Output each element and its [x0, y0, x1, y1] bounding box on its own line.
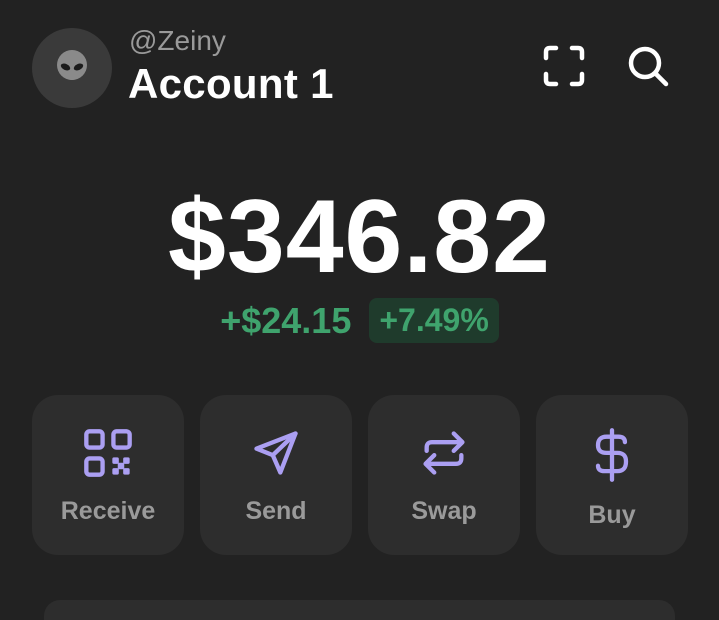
buy-label: Buy — [588, 501, 636, 529]
next-card-edge — [44, 600, 675, 620]
search-button[interactable] — [624, 42, 672, 90]
swap-label: Swap — [411, 497, 477, 525]
search-icon — [628, 46, 669, 87]
receive-label: Receive — [60, 497, 156, 525]
dollar-icon — [595, 428, 629, 482]
swap-button[interactable]: Swap — [368, 395, 520, 555]
alien-icon — [57, 50, 87, 80]
scan-button[interactable] — [540, 42, 588, 90]
avatar[interactable] — [32, 28, 112, 108]
change-amount: +$24.15 — [220, 299, 352, 341]
buy-button[interactable]: Buy — [536, 395, 688, 555]
change-percent-badge: +7.49% — [369, 298, 499, 343]
swap-icon — [423, 431, 465, 475]
account-handle[interactable]: @Zeiny — [129, 25, 226, 57]
balance-change: +$24.15 +7.49% — [0, 298, 719, 343]
send-label: Send — [245, 497, 307, 525]
scan-icon — [543, 45, 585, 87]
send-button[interactable]: Send — [200, 395, 352, 555]
qr-code-icon — [84, 429, 132, 477]
action-bar: Receive Send Swap Buy — [32, 395, 688, 555]
account-name[interactable]: Account 1 — [128, 60, 334, 108]
send-arrow-icon — [254, 431, 298, 475]
receive-button[interactable]: Receive — [32, 395, 184, 555]
balance-amount: $346.82 — [168, 179, 551, 295]
